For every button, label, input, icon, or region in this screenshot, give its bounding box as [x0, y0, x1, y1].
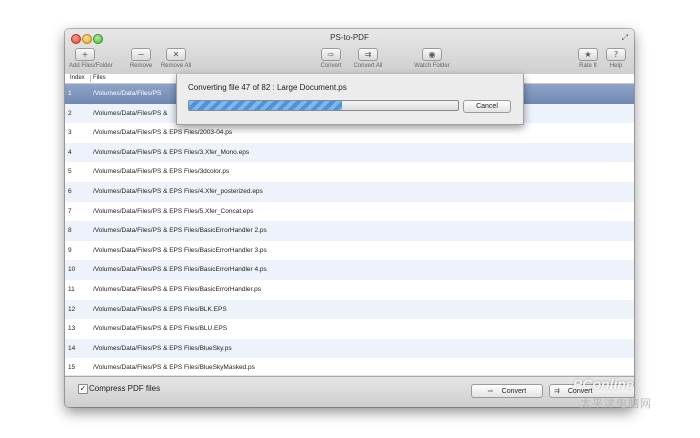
row-index: 4	[68, 148, 72, 156]
rate-it-label: Rate It	[579, 63, 597, 69]
progress-fill	[189, 101, 343, 110]
row-path: /Volumes/Data/Files/PS & EPS Files/BLU.E…	[93, 325, 228, 333]
compress-checkbox[interactable]: ✓	[78, 384, 88, 394]
watermark-cn: 太平洋电脑网	[580, 398, 652, 410]
watch-folder-button[interactable]: ◉ Watch Folder	[411, 48, 453, 73]
row-index: 15	[68, 364, 76, 372]
app-window: PS-to-PDF ⤢ + Add Files/Folder − Remove …	[65, 29, 634, 407]
table-row[interactable]: 3/Volumes/Data/Files/PS & EPS Files/2003…	[65, 123, 634, 143]
row-path: /Volumes/Data/Files/PS	[93, 90, 162, 97]
column-divider	[90, 75, 91, 82]
convert-all-toolbar-label: Convert All	[353, 63, 383, 69]
row-index: 11	[68, 285, 75, 293]
window-title: PS-to-PDF	[330, 33, 369, 42]
progress-label: Converting file 47 of 82 : Large Documen…	[188, 83, 347, 92]
compress-label: Compress PDF files	[89, 384, 161, 393]
row-index: 13	[68, 325, 76, 333]
watch-folder-label: Watch Folder	[414, 63, 450, 69]
table-row[interactable]: 6/Volumes/Data/Files/PS & EPS Files/4.Xf…	[65, 181, 634, 202]
convert-icon: ⇨	[321, 48, 341, 61]
row-index: 9	[68, 246, 72, 254]
convert-toolbar-label: Convert	[320, 63, 342, 69]
convert-button[interactable]: ⇨ Convert	[471, 384, 543, 398]
progress-sheet: Converting file 47 of 82 : Large Documen…	[176, 74, 524, 125]
remove-label: Remove	[129, 63, 153, 69]
rate-it-button[interactable]: ★ Rate It	[575, 48, 601, 73]
table-row[interactable]: 5/Volumes/Data/Files/PS & EPS Files/3dco…	[65, 162, 634, 182]
watermark-logo: PConline	[573, 376, 634, 392]
row-index: 10	[68, 266, 76, 274]
add-files-label: Add Files/Folder	[69, 63, 113, 69]
row-index: 2	[68, 109, 72, 117]
row-path: /Volumes/Data/Files/PS & EPS Files/BlueS…	[93, 344, 232, 352]
row-index: 8	[68, 227, 72, 235]
row-path: /Volumes/Data/Files/PS & EPS Files/3dcol…	[93, 168, 230, 176]
remove-all-label: Remove All	[160, 63, 192, 69]
row-path: /Volumes/Data/Files/PS & EPS Files/BLK.E…	[93, 305, 227, 313]
table-row[interactable]: 4/Volumes/Data/Files/PS & EPS Files/3.Xf…	[65, 142, 634, 163]
row-index: 12	[68, 305, 76, 313]
row-index: 5	[68, 168, 72, 176]
files-column-header[interactable]: Files	[93, 74, 106, 83]
row-index: 6	[68, 187, 72, 195]
table-row[interactable]: 11/Volumes/Data/Files/PS & EPS Files/Bas…	[65, 280, 634, 300]
title-toolbar: PS-to-PDF ⤢ + Add Files/Folder − Remove …	[65, 29, 634, 75]
remove-all-button[interactable]: ✕ Remove All	[159, 48, 193, 73]
row-index: 1	[68, 90, 72, 97]
table-row[interactable]: 10/Volumes/Data/Files/PS & EPS Files/Bas…	[65, 260, 634, 280]
help-button[interactable]: ? Help	[604, 48, 628, 73]
row-index: 14	[68, 344, 76, 352]
row-path: /Volumes/Data/Files/PS & EPS Files/5.Xfe…	[93, 207, 254, 215]
table-row[interactable]: 7/Volumes/Data/Files/PS & EPS Files/5.Xf…	[65, 202, 634, 222]
table-row[interactable]: 13/Volumes/Data/Files/PS & EPS Files/BLU…	[65, 319, 634, 339]
convert-all-icon: ⇉	[358, 48, 378, 61]
table-row[interactable]: 14/Volumes/Data/Files/PS & EPS Files/Blu…	[65, 338, 634, 359]
index-column-header[interactable]: Index	[70, 74, 85, 83]
bottom-bar: ✓ Compress PDF files ⇨ Convert ⇉ Convert	[65, 376, 634, 407]
row-path: /Volumes/Data/Files/PS &	[93, 109, 168, 117]
plus-icon: +	[75, 48, 95, 61]
question-icon: ?	[606, 48, 626, 61]
row-path: /Volumes/Data/Files/PS & EPS Files/Basic…	[93, 266, 267, 274]
row-path: /Volumes/Data/Files/PS & EPS Files/2003-…	[93, 129, 233, 137]
convert-all-toolbar-button[interactable]: ⇉ Convert All	[350, 48, 386, 73]
convert-button-label: Convert	[501, 388, 527, 395]
table-row[interactable]: 9/Volumes/Data/Files/PS & EPS Files/Basi…	[65, 241, 634, 261]
convert-toolbar-button[interactable]: ⇨ Convert	[319, 48, 343, 73]
row-path: /Volumes/Data/Files/PS & EPS Files/Basic…	[93, 246, 267, 254]
remove-button[interactable]: − Remove	[127, 48, 155, 73]
table-row[interactable]: 12/Volumes/Data/Files/PS & EPS Files/BLK…	[65, 299, 634, 320]
row-path: /Volumes/Data/Files/PS & EPS Files/BlueS…	[93, 364, 255, 372]
row-index: 7	[68, 207, 72, 215]
eye-icon: ◉	[422, 48, 442, 61]
add-files-button[interactable]: + Add Files/Folder	[69, 48, 113, 73]
table-row[interactable]: 15/Volumes/Data/Files/PS & EPS Files/Blu…	[65, 358, 634, 375]
convert-all-icon: ⇉	[554, 387, 560, 395]
x-icon: ✕	[166, 48, 186, 61]
row-path: /Volumes/Data/Files/PS & EPS Files/Basic…	[93, 227, 267, 235]
row-path: /Volumes/Data/Files/PS & EPS Files/4.Xfe…	[93, 187, 263, 195]
row-index: 3	[68, 129, 72, 137]
minus-icon: −	[131, 48, 151, 61]
cancel-button[interactable]: Cancel	[463, 100, 511, 113]
row-path: /Volumes/Data/Files/PS & EPS Files/Basic…	[93, 285, 261, 293]
table-row[interactable]: 8/Volumes/Data/Files/PS & EPS Files/Basi…	[65, 221, 634, 241]
progress-bar	[188, 100, 459, 111]
file-list[interactable]: 1/Volumes/Data/Files/PS 2/Volumes/Data/F…	[65, 84, 634, 375]
star-icon: ★	[578, 48, 598, 61]
fullscreen-icon[interactable]: ⤢	[622, 33, 628, 43]
help-label: Help	[609, 63, 623, 69]
row-path: /Volumes/Data/Files/PS & EPS Files/3.Xfe…	[93, 148, 250, 156]
convert-icon: ⇨	[487, 387, 494, 395]
